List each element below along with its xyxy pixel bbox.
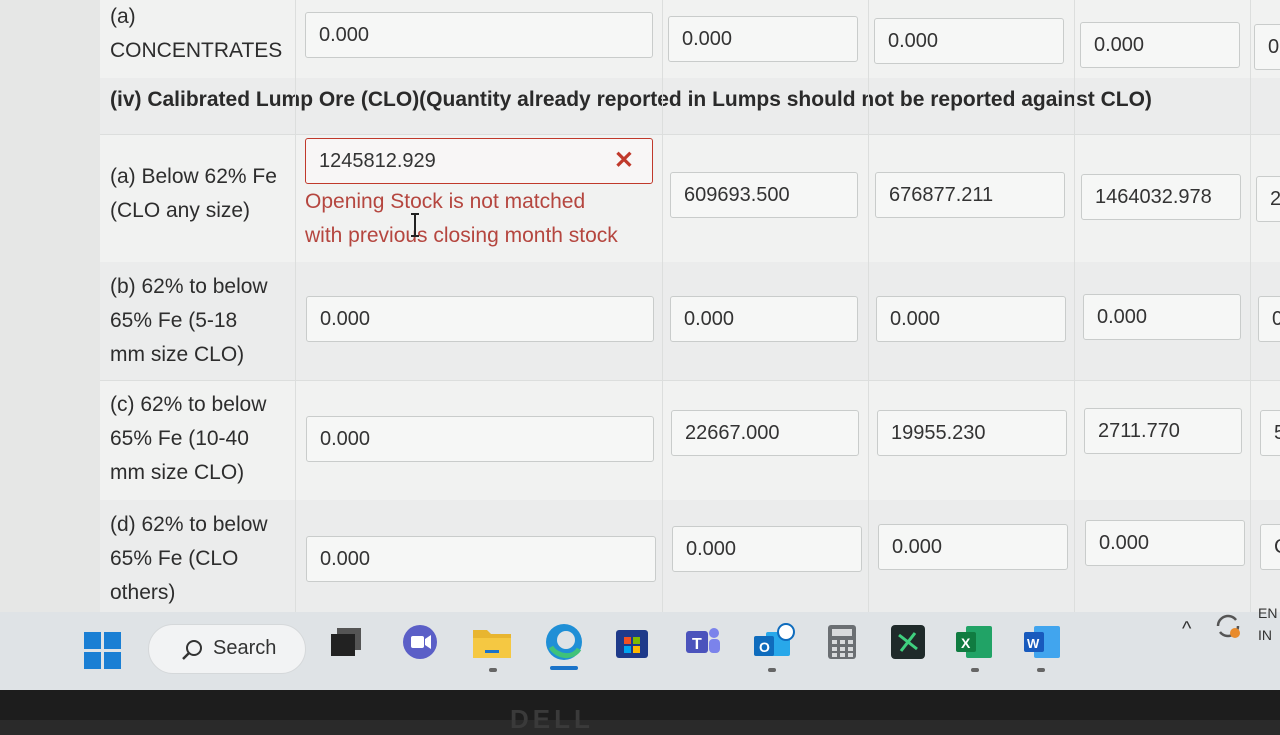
meet-icon[interactable] [398, 620, 442, 664]
clear-icon[interactable]: ✕ [614, 147, 634, 175]
row-label-line: mm size CLO) [110, 461, 245, 484]
opening-stock-value: 1245812.929 [319, 150, 436, 172]
row-label-line: (a) Below 62% Fe [110, 165, 277, 188]
lang-line: IN [1258, 627, 1272, 643]
column-divider [1074, 0, 1075, 612]
row-label-line: others) [110, 581, 176, 604]
validation-error-message: Opening Stock is not matched with previo… [305, 185, 665, 253]
running-indicator [1037, 668, 1045, 672]
quantity-input[interactable]: 0.000 [1083, 294, 1241, 340]
running-indicator [489, 668, 497, 672]
running-indicator [971, 668, 979, 672]
quantity-input[interactable]: 0.000 [305, 12, 653, 58]
search-icon [182, 640, 202, 660]
quantity-input[interactable]: C [1260, 524, 1280, 570]
search-label: Search [213, 637, 277, 659]
sync-icon[interactable] [1206, 604, 1250, 648]
quantity-input[interactable]: 0 [1258, 296, 1280, 342]
taskbar-search-button[interactable]: Search [148, 624, 306, 674]
section-header-row: (iv) Calibrated Lump Ore (CLO)(Quantity … [100, 78, 1280, 135]
quantity-input[interactable]: 2711.770 [1084, 408, 1242, 454]
quantity-input[interactable]: 0.000 [876, 296, 1066, 342]
quantity-input[interactable]: 22667.000 [671, 410, 859, 456]
row-label-line: 65% Fe (5-18 [110, 309, 238, 332]
bezel-logo: DELL [510, 704, 594, 734]
quantity-input[interactable]: 0.000 [1080, 22, 1240, 68]
quantity-input[interactable]: 0.000 [672, 526, 862, 572]
column-divider [295, 0, 296, 612]
quantity-input[interactable]: 0.000 [670, 296, 858, 342]
row-label-line: (d) 62% to below [110, 513, 268, 536]
quantity-input[interactable]: 5 [1260, 410, 1280, 456]
stock-form-table: (a) CONCENTRATES 0.000 0.000 0.000 0.000… [100, 0, 1280, 612]
table-row-concentrates: (a) CONCENTRATES 0.000 0.000 0.000 0.000… [100, 0, 1280, 79]
quantity-input[interactable]: 0.000 [306, 536, 656, 582]
outlook-icon[interactable]: O [752, 620, 796, 664]
svg-text:O: O [759, 639, 770, 655]
table-row-clo-a: (a) Below 62% Fe (CLO any size) 1245812.… [100, 134, 1280, 263]
row-label-line: (c) 62% to below [110, 393, 267, 416]
row-label-line: 65% Fe (10-40 [110, 427, 249, 450]
row-label-line: 65% Fe (CLO [110, 547, 239, 570]
quantity-input[interactable]: 0.000 [878, 524, 1068, 570]
laptop-bezel [0, 690, 1280, 720]
svg-text:X: X [961, 635, 971, 651]
table-row-clo-b: (b) 62% to below 65% Fe (5-18 mm size CL… [100, 262, 1280, 381]
quantity-input[interactable]: 19955.230 [877, 410, 1067, 456]
excel-icon[interactable]: X [952, 620, 996, 664]
text-cursor-icon [411, 213, 419, 237]
word-icon[interactable]: W [1020, 620, 1064, 664]
row-label-line: mm size CLO) [110, 343, 245, 366]
quantity-input[interactable]: 0.000 [306, 416, 654, 462]
quantity-input[interactable]: 609693.500 [670, 172, 858, 218]
browser-viewport: (a) CONCENTRATES 0.000 0.000 0.000 0.000… [0, 0, 1280, 612]
table-row-clo-c: (c) 62% to below 65% Fe (10-40 mm size C… [100, 380, 1280, 501]
svg-text:W: W [1027, 636, 1040, 651]
calculator-icon[interactable] [820, 620, 864, 664]
quantity-input[interactable]: 0. [1254, 24, 1280, 70]
svg-text:T: T [692, 636, 702, 653]
active-app-indicator [550, 666, 578, 670]
column-divider [868, 0, 869, 612]
error-line: Opening Stock is not matched [305, 190, 586, 213]
row-label-line: (CLO any size) [110, 199, 251, 222]
row-label-line: (b) 62% to below [110, 275, 268, 298]
column-divider [662, 0, 663, 612]
section-title: (iv) Calibrated Lump Ore (CLO)(Quantity … [110, 88, 1152, 111]
page-margin [0, 0, 100, 612]
table-row-clo-d: (d) 62% to below 65% Fe (CLO others) 0.0… [100, 500, 1280, 612]
running-indicator [768, 668, 776, 672]
quantity-input[interactable]: 0.000 [874, 18, 1064, 64]
edge-browser-icon[interactable] [542, 620, 586, 664]
task-view-icon[interactable] [324, 620, 368, 664]
quantity-input[interactable]: 0.000 [1085, 520, 1245, 566]
lang-line: EN [1258, 605, 1278, 621]
snipping-tool-icon[interactable] [886, 620, 930, 664]
quantity-input[interactable]: 0.000 [306, 296, 654, 342]
quantity-input[interactable]: 1464032.978 [1081, 174, 1241, 220]
row-label-line: CONCENTRATES [110, 39, 283, 62]
language-indicator[interactable]: EN IN [1258, 602, 1277, 646]
start-icon[interactable] [84, 632, 122, 670]
file-explorer-icon[interactable] [470, 620, 514, 664]
chevron-up-icon[interactable]: ^ [1182, 618, 1191, 641]
opening-stock-input[interactable]: 1245812.929 ✕ [305, 138, 653, 184]
teams-icon[interactable]: T [680, 620, 724, 664]
quantity-input[interactable]: 0.000 [668, 16, 858, 62]
quantity-input[interactable]: 676877.211 [875, 172, 1065, 218]
row-label-line: (a) [110, 5, 136, 28]
quantity-input[interactable]: 2 [1256, 176, 1280, 222]
store-icon[interactable] [610, 620, 654, 664]
column-divider [1250, 0, 1251, 612]
error-line: with previous closing month stock [305, 224, 618, 247]
